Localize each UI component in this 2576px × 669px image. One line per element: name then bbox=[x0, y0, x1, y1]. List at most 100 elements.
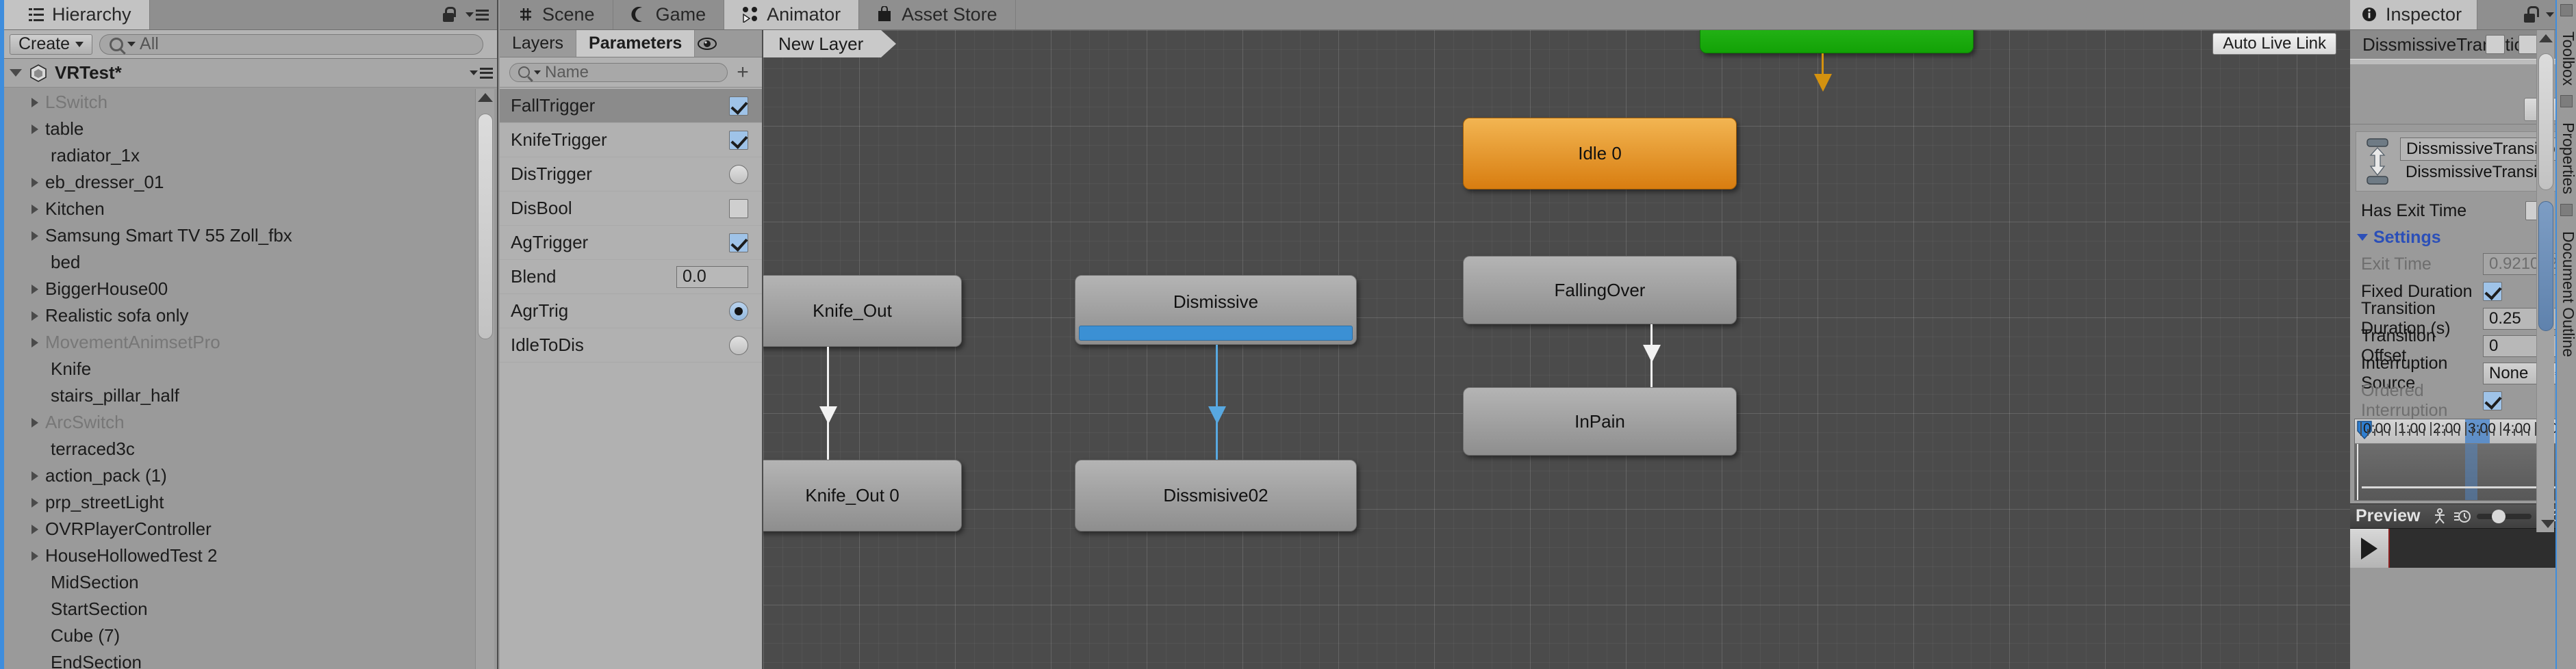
hierarchy-root-row[interactable]: VRTest* bbox=[0, 59, 497, 88]
parameter-checkbox[interactable] bbox=[729, 96, 748, 116]
tab-scene[interactable]: Scene bbox=[500, 0, 613, 29]
parameter-row[interactable]: DisTrigger bbox=[500, 157, 762, 192]
eye-icon[interactable] bbox=[695, 30, 719, 57]
hierarchy-item[interactable]: HouseHollowedTest 2 bbox=[4, 542, 472, 569]
expand-triangle-icon[interactable] bbox=[31, 417, 38, 428]
parameter-trigger-radio[interactable] bbox=[729, 335, 748, 355]
avatar-icon[interactable] bbox=[2432, 508, 2448, 525]
graph-node-idle-0[interactable]: Idle 0 bbox=[1463, 118, 1737, 189]
preview-speed-slider[interactable] bbox=[2476, 509, 2532, 523]
hierarchy-item[interactable]: ArcSwitch bbox=[4, 409, 472, 436]
parameter-checkbox[interactable] bbox=[729, 233, 748, 252]
create-button[interactable]: Create bbox=[10, 34, 93, 55]
parameter-row[interactable]: FallTrigger bbox=[500, 89, 762, 123]
expand-triangle-icon[interactable] bbox=[31, 551, 38, 561]
expand-triangle-icon[interactable] bbox=[31, 471, 38, 481]
hierarchy-item[interactable]: prp_streetLight bbox=[4, 489, 472, 516]
scrollbar-thumb[interactable] bbox=[2538, 53, 2553, 190]
hierarchy-item[interactable]: radiator_1x bbox=[4, 142, 472, 169]
parameter-float-input[interactable]: 0.0 bbox=[676, 265, 748, 288]
vertical-tab-toolbox[interactable]: Toolbox bbox=[2557, 26, 2576, 91]
lock-closed-icon[interactable] bbox=[441, 6, 456, 24]
hierarchy-item[interactable]: action_pack (1) bbox=[4, 462, 472, 489]
tab-asset-store[interactable]: Asset Store bbox=[859, 0, 1016, 29]
tab-parameters[interactable]: Parameters bbox=[576, 30, 696, 57]
panel-menu-icon[interactable] bbox=[466, 6, 489, 24]
expand-triangle-icon[interactable] bbox=[31, 524, 38, 534]
hierarchy-item[interactable]: stairs_pillar_half bbox=[4, 382, 472, 409]
graph-node-knife-out-0[interactable]: Knife_Out 0 bbox=[763, 460, 962, 532]
parameter-row[interactable]: DisBool bbox=[500, 192, 762, 226]
hierarchy-item[interactable]: OVRPlayerController bbox=[4, 516, 472, 542]
graph-node-fallingover[interactable]: FallingOver bbox=[1463, 256, 1737, 324]
expand-triangle-icon[interactable] bbox=[31, 311, 38, 321]
hierarchy-item[interactable]: Knife bbox=[4, 356, 472, 382]
hierarchy-item[interactable]: Cube (7) bbox=[4, 622, 472, 649]
hierarchy-item[interactable]: BiggerHouse00 bbox=[4, 276, 472, 302]
tab-hierarchy[interactable]: Hierarchy bbox=[0, 0, 150, 29]
scroll-up-icon[interactable] bbox=[477, 93, 493, 102]
graph-node-knife-out[interactable]: Knife_Out bbox=[763, 275, 962, 347]
parameter-row[interactable]: KnifeTrigger bbox=[500, 123, 762, 157]
settings-checkbox[interactable] bbox=[2483, 282, 2502, 301]
parameter-checkbox[interactable] bbox=[729, 198, 748, 218]
auto-live-link-button[interactable]: Auto Live Link bbox=[2212, 33, 2336, 55]
tab-game[interactable]: Game bbox=[613, 0, 725, 29]
expand-triangle-icon[interactable] bbox=[10, 69, 22, 77]
animator-state-graph[interactable]: Auto Live Link Idle 0 Knife_Out Dismissi… bbox=[763, 30, 2350, 669]
inspector-toggle-b[interactable] bbox=[2518, 35, 2538, 54]
scroll-down-icon[interactable] bbox=[2541, 520, 2555, 528]
graph-node-entry[interactable] bbox=[1700, 30, 1974, 53]
graph-edge-knifeout[interactable] bbox=[827, 347, 829, 460]
expand-triangle-icon[interactable] bbox=[31, 284, 38, 294]
expand-triangle-icon[interactable] bbox=[31, 337, 38, 347]
expand-triangle-icon[interactable] bbox=[31, 177, 38, 187]
hierarchy-item[interactable]: Samsung Smart TV 55 Zoll_fbx bbox=[4, 222, 472, 249]
hierarchy-item[interactable]: LSwitch bbox=[4, 89, 472, 116]
inspector-scrollbar[interactable] bbox=[2536, 30, 2555, 532]
scroll-up-icon[interactable] bbox=[2538, 34, 2553, 42]
hierarchy-item[interactable]: Realistic sofa only bbox=[4, 302, 472, 329]
scene-menu-icon[interactable] bbox=[470, 64, 493, 82]
hierarchy-item[interactable]: EndSection bbox=[4, 649, 472, 669]
hierarchy-scrollbar[interactable] bbox=[475, 89, 494, 669]
preview-viewport[interactable] bbox=[2350, 528, 2576, 568]
hierarchy-item[interactable]: Kitchen bbox=[4, 196, 472, 222]
hierarchy-item[interactable]: MidSection bbox=[4, 569, 472, 596]
hierarchy-item[interactable]: StartSection bbox=[4, 596, 472, 622]
graph-node-dissmisive02[interactable]: Dissmisive02 bbox=[1075, 460, 1357, 532]
play-icon[interactable] bbox=[2350, 529, 2390, 568]
tab-inspector[interactable]: Inspector bbox=[2350, 0, 2478, 29]
graph-node-dismissive[interactable]: Dismissive bbox=[1075, 275, 1357, 345]
expand-triangle-icon[interactable] bbox=[31, 497, 38, 508]
tab-animator[interactable]: Animator bbox=[724, 0, 860, 29]
hierarchy-item[interactable]: eb_dresser_01 bbox=[4, 169, 472, 196]
hierarchy-list[interactable]: LSwitch table radiator_1x eb_dresser_01 Kitc… bbox=[4, 89, 472, 669]
parameter-row[interactable]: Blend 0.0 bbox=[500, 260, 762, 294]
hierarchy-item[interactable]: MovementAnimsetPro bbox=[4, 329, 472, 356]
parameter-checkbox[interactable] bbox=[729, 130, 748, 150]
parameter-list[interactable]: FallTrigger KnifeTrigger DisTrigger DisBool… bbox=[500, 88, 762, 669]
expand-triangle-icon[interactable] bbox=[31, 124, 38, 134]
playback-speed-icon[interactable] bbox=[2453, 508, 2471, 525]
parameter-trigger-radio[interactable] bbox=[729, 164, 748, 184]
expand-triangle-icon[interactable] bbox=[31, 204, 38, 214]
vertical-tab-properties[interactable]: Properties bbox=[2557, 117, 2576, 200]
scrollbar-thumb-secondary[interactable] bbox=[2538, 201, 2553, 331]
settings-checkbox[interactable] bbox=[2483, 391, 2502, 410]
hierarchy-item[interactable]: table bbox=[4, 116, 472, 142]
timeline-transition-band[interactable] bbox=[2465, 444, 2477, 500]
parameter-row[interactable]: IdleToDis bbox=[500, 328, 762, 363]
lock-open-icon[interactable] bbox=[2523, 5, 2539, 24]
parameter-trigger-radio[interactable] bbox=[729, 301, 748, 321]
scrollbar-thumb[interactable] bbox=[478, 114, 493, 339]
hierarchy-search-input[interactable]: All bbox=[99, 34, 483, 55]
plus-icon[interactable]: + bbox=[733, 62, 752, 82]
hierarchy-item[interactable]: terraced3c bbox=[4, 436, 472, 462]
graph-node-inpain[interactable]: InPain bbox=[1463, 387, 1737, 456]
vertical-tab-document-outline[interactable]: Document Outline bbox=[2557, 226, 2576, 363]
parameter-search-input[interactable]: Name bbox=[509, 62, 728, 82]
hierarchy-item[interactable]: bed bbox=[4, 249, 472, 276]
tab-layers[interactable]: Layers bbox=[500, 30, 577, 57]
expand-triangle-icon[interactable] bbox=[31, 231, 38, 241]
